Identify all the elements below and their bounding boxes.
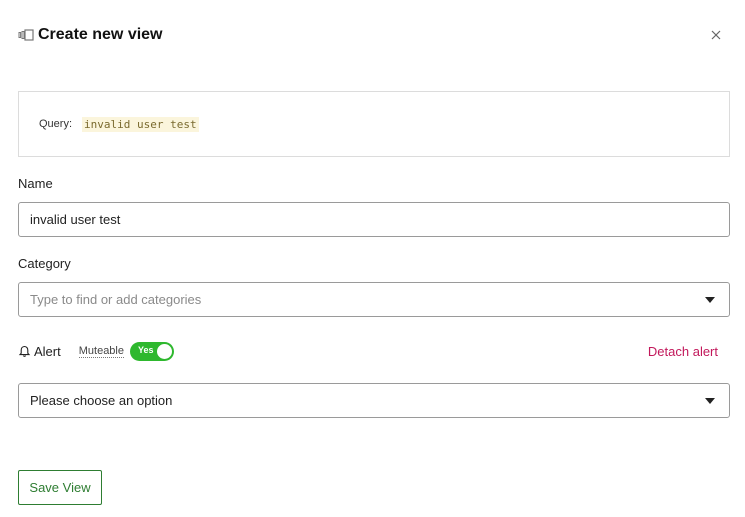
bell-icon	[18, 345, 31, 358]
toggle-label: Yes	[138, 344, 154, 355]
alert-label-group: Alert	[18, 344, 61, 359]
option-select[interactable]: Please choose an option	[18, 383, 730, 418]
query-preview: Query: invalid user test	[18, 91, 730, 157]
save-view-button[interactable]: Save View	[18, 470, 102, 505]
detach-alert-link[interactable]: Detach alert	[648, 344, 718, 359]
option-select-value: Please choose an option	[30, 393, 173, 408]
chevron-down-icon	[705, 397, 715, 404]
muteable-label: Muteable	[78, 344, 124, 358]
name-input[interactable]	[18, 202, 730, 237]
chevron-down-icon	[705, 296, 715, 303]
dialog-title: Create new view	[38, 26, 163, 43]
category-placeholder: Type to find or add categories	[30, 292, 202, 307]
alert-row: Alert Muteable Yes Detach alert	[18, 340, 718, 362]
category-label: Category	[18, 256, 71, 271]
query-label: Query:	[39, 118, 73, 130]
name-label: Name	[18, 176, 53, 191]
toggle-knob	[157, 343, 172, 359]
create-view-dialog: Create new view Query: invalid user test…	[0, 0, 745, 517]
view-icon	[18, 28, 34, 42]
query-value: invalid user test	[82, 116, 199, 132]
muteable-toggle[interactable]: Yes	[130, 341, 174, 361]
alert-label: Alert	[34, 343, 61, 359]
dialog-header: Create new view	[18, 26, 163, 44]
close-icon	[711, 30, 721, 40]
category-select[interactable]: Type to find or add categories	[18, 282, 730, 317]
close-button[interactable]	[709, 28, 723, 42]
